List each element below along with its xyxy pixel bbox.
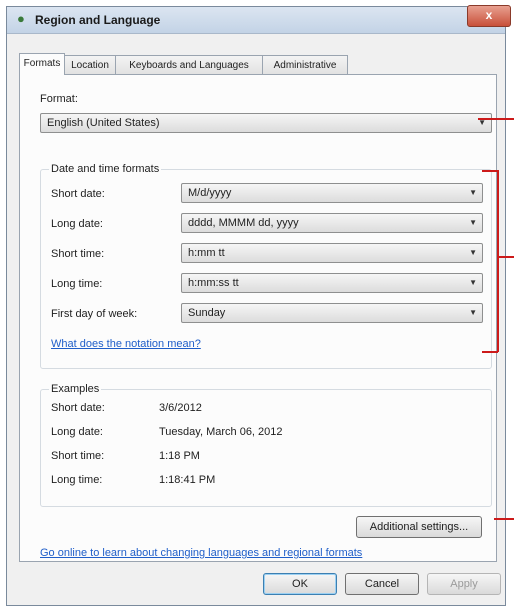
example-long-time-label: Long time: [51, 474, 103, 486]
formats-panel: Format: English (United States) ▼ Date a… [19, 74, 497, 562]
online-help-link[interactable]: Go online to learn about changing langua… [40, 547, 362, 559]
chevron-down-icon: ▼ [469, 218, 477, 227]
apply-button[interactable]: Apply [427, 573, 501, 595]
example-long-date-label: Long date: [51, 426, 103, 438]
example-short-time-value: 1:18 PM [159, 450, 200, 462]
chevron-down-icon: ▼ [469, 188, 477, 197]
short-date-value: M/d/yyyy [188, 187, 232, 199]
example-short-date-value: 3/6/2012 [159, 402, 202, 414]
chevron-down-icon: ▼ [469, 278, 477, 287]
long-time-value: h:mm:ss tt [188, 277, 239, 289]
first-day-of-week-dropdown[interactable]: Sunday ▼ [181, 303, 483, 323]
callout-bracket-side [497, 170, 499, 352]
tab-administrative[interactable]: Administrative [262, 55, 348, 74]
first-day-of-week-value: Sunday [188, 307, 226, 319]
long-time-label: Long time: [51, 278, 103, 290]
date-time-formats-group: Date and time formats Short date: M/d/yy… [40, 163, 492, 369]
short-date-dropdown[interactable]: M/d/yyyy ▼ [181, 183, 483, 203]
long-date-label: Long date: [51, 218, 103, 230]
long-time-dropdown[interactable]: h:mm:ss tt ▼ [181, 273, 483, 293]
callout-format [478, 118, 514, 120]
tab-formats[interactable]: Formats [19, 53, 65, 75]
short-time-dropdown[interactable]: h:mm tt ▼ [181, 243, 483, 263]
short-time-value: h:mm tt [188, 247, 225, 259]
callout-bracket-bottom [482, 351, 498, 353]
example-short-time-label: Short time: [51, 450, 105, 462]
callout-bracket-top [482, 170, 498, 172]
chevron-down-icon: ▼ [478, 118, 486, 127]
chevron-down-icon: ▼ [469, 248, 477, 257]
chevron-down-icon: ▼ [469, 308, 477, 317]
region-language-dialog: ● Region and Language x Formats Location… [6, 5, 511, 606]
window-title: Region and Language [35, 13, 161, 27]
format-dropdown[interactable]: English (United States) ▼ [40, 113, 492, 133]
title-bar[interactable]: ● Region and Language x [7, 5, 511, 34]
long-date-value: dddd, MMMM dd, yyyy [188, 217, 299, 229]
close-button[interactable]: x [467, 5, 511, 27]
cancel-button[interactable]: Cancel [345, 573, 419, 595]
example-long-time-value: 1:18:41 PM [159, 474, 216, 486]
tab-keyboards-and-languages[interactable]: Keyboards and Languages [115, 55, 263, 74]
format-value: English (United States) [47, 117, 160, 129]
ok-button[interactable]: OK [263, 573, 337, 595]
first-day-of-week-label: First day of week: [51, 308, 138, 320]
examples-group: Examples Short date: 3/6/2012 Long date:… [40, 383, 492, 507]
short-time-label: Short time: [51, 248, 105, 260]
callout-additional-settings [494, 518, 514, 520]
examples-title: Examples [49, 383, 102, 395]
tab-location[interactable]: Location [64, 55, 116, 74]
notation-help-link[interactable]: What does the notation mean? [51, 338, 201, 350]
date-time-formats-title: Date and time formats [49, 163, 162, 175]
example-long-date-value: Tuesday, March 06, 2012 [159, 426, 283, 438]
format-label: Format: [40, 93, 78, 105]
long-date-dropdown[interactable]: dddd, MMMM dd, yyyy ▼ [181, 213, 483, 233]
additional-settings-button[interactable]: Additional settings... [356, 516, 482, 538]
callout-bracket-pointer [498, 256, 514, 258]
example-short-date-label: Short date: [51, 402, 105, 414]
short-date-label: Short date: [51, 188, 105, 200]
globe-icon: ● [17, 11, 25, 26]
